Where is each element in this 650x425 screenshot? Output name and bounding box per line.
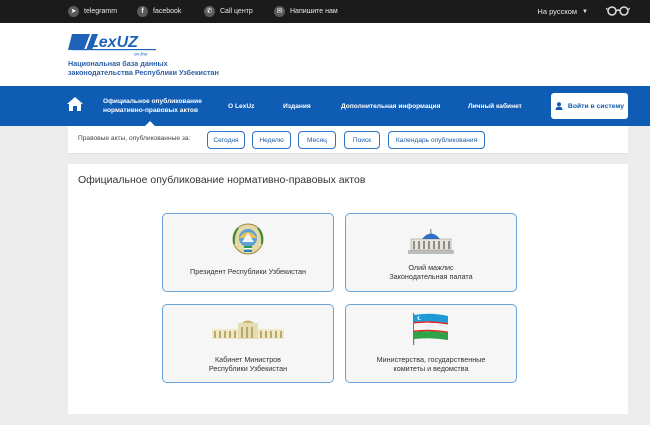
slogan-line-2: законодательства Республики Узбекистан	[68, 68, 219, 77]
filter-label: Правовые акты, опубликованные за:	[78, 135, 191, 142]
nav-active-line-2: нормативно-правовых актов	[103, 107, 198, 114]
call-center-label: Call центр	[220, 8, 253, 15]
write-us-label: Напишите нам	[290, 8, 338, 15]
telegram-label: telegramm	[84, 8, 118, 15]
home-icon[interactable]	[66, 96, 84, 112]
government-building-icon	[212, 320, 284, 339]
login-label: Войти в систему	[567, 102, 625, 110]
publication-filter-bar: Правовые акты, опубликованные за: Сегодн…	[68, 126, 628, 154]
slogan-line-1: Национальная база данных	[68, 59, 168, 68]
glasses-icon[interactable]	[606, 5, 630, 17]
call-center-link[interactable]: ✆ Call центр	[204, 0, 253, 23]
nav-about[interactable]: О LexUz	[228, 86, 254, 126]
filter-calendar-button[interactable]: Календарь опубликования	[388, 131, 485, 149]
top-bar: ➤ telegramm f facebook ✆ Call центр ✉ На…	[0, 0, 650, 23]
uzbekistan-flag-icon	[413, 313, 448, 345]
card-oliy-majlis-line-2: Законодательная палата	[389, 272, 473, 281]
card-oliy-majlis-label: Олий мажлис Законодательная палата	[346, 263, 516, 281]
logo-text: LexUZ	[89, 34, 139, 51]
nav-active-line-1: Официальное опубликование	[103, 98, 202, 105]
parliament-building-icon	[408, 229, 454, 254]
card-cabinet-line-1: Кабинет Министров	[214, 355, 282, 364]
card-cabinet-label: Кабинет Министров Республики Узбекистан	[163, 355, 333, 373]
language-selector[interactable]: На русском ▼	[537, 0, 588, 23]
facebook-link[interactable]: f facebook	[137, 0, 181, 23]
card-ministries-line-1: Министерства, государственные	[376, 355, 486, 364]
card-president[interactable]: Президент Республики Узбекистан	[162, 213, 334, 292]
login-button[interactable]: Войти в систему	[551, 93, 628, 119]
facebook-icon: f	[137, 6, 148, 17]
card-ministries-label: Министерства, государственные комитеты и…	[346, 355, 516, 373]
language-label: На русском	[537, 7, 578, 16]
main-panel: Официальное опубликование нормативно-пра…	[68, 164, 628, 414]
mail-icon: ✉	[274, 6, 285, 17]
card-cabinet-line-2: Республики Узбекистан	[208, 364, 288, 373]
filter-search-button[interactable]: Поиск	[344, 131, 380, 149]
card-ministries-line-2: комитеты и ведомства	[393, 364, 469, 373]
filter-today-button[interactable]: Сегодня	[207, 131, 245, 149]
phone-icon: ✆	[204, 6, 215, 17]
caret-down-icon: ▼	[582, 8, 588, 15]
site-slogan: Национальная база данных законодательств…	[68, 59, 268, 77]
card-ministries[interactable]: Министерства, государственные комитеты и…	[345, 304, 517, 383]
card-cabinet-ministers[interactable]: Кабинет Министров Республики Узбекистан	[162, 304, 334, 383]
nav-additional-info[interactable]: Дополнительная информация	[341, 86, 440, 126]
main-nav: Официальное опубликование нормативно-пра…	[0, 86, 650, 126]
nav-publications[interactable]: Издания	[283, 86, 311, 126]
page-title: Официальное опубликование нормативно-пра…	[78, 174, 366, 186]
card-oliy-majlis[interactable]: Олий мажлис Законодательная палата	[345, 213, 517, 292]
filter-week-button[interactable]: Неделю	[252, 131, 291, 149]
nav-personal-cabinet[interactable]: Личный кабинет	[468, 86, 522, 126]
user-icon	[555, 102, 563, 110]
write-us-link[interactable]: ✉ Напишите нам	[274, 0, 338, 23]
filter-month-button[interactable]: Месяц	[298, 131, 336, 149]
logo-subtext: on-line	[134, 52, 148, 57]
lexuz-logo[interactable]: LexUZ on-line	[68, 30, 158, 56]
site-header: LexUZ on-line Национальная база данных з…	[0, 23, 650, 86]
facebook-label: facebook	[153, 8, 182, 15]
card-president-label: Президент Республики Узбекистан	[190, 267, 306, 276]
card-oliy-majlis-line-1: Олий мажлис	[408, 263, 454, 272]
state-emblem-icon	[232, 223, 264, 255]
nav-official-publication[interactable]: Официальное опубликование нормативно-пра…	[103, 86, 202, 126]
telegram-icon: ➤	[68, 6, 79, 17]
telegram-link[interactable]: ➤ telegramm	[68, 0, 117, 23]
